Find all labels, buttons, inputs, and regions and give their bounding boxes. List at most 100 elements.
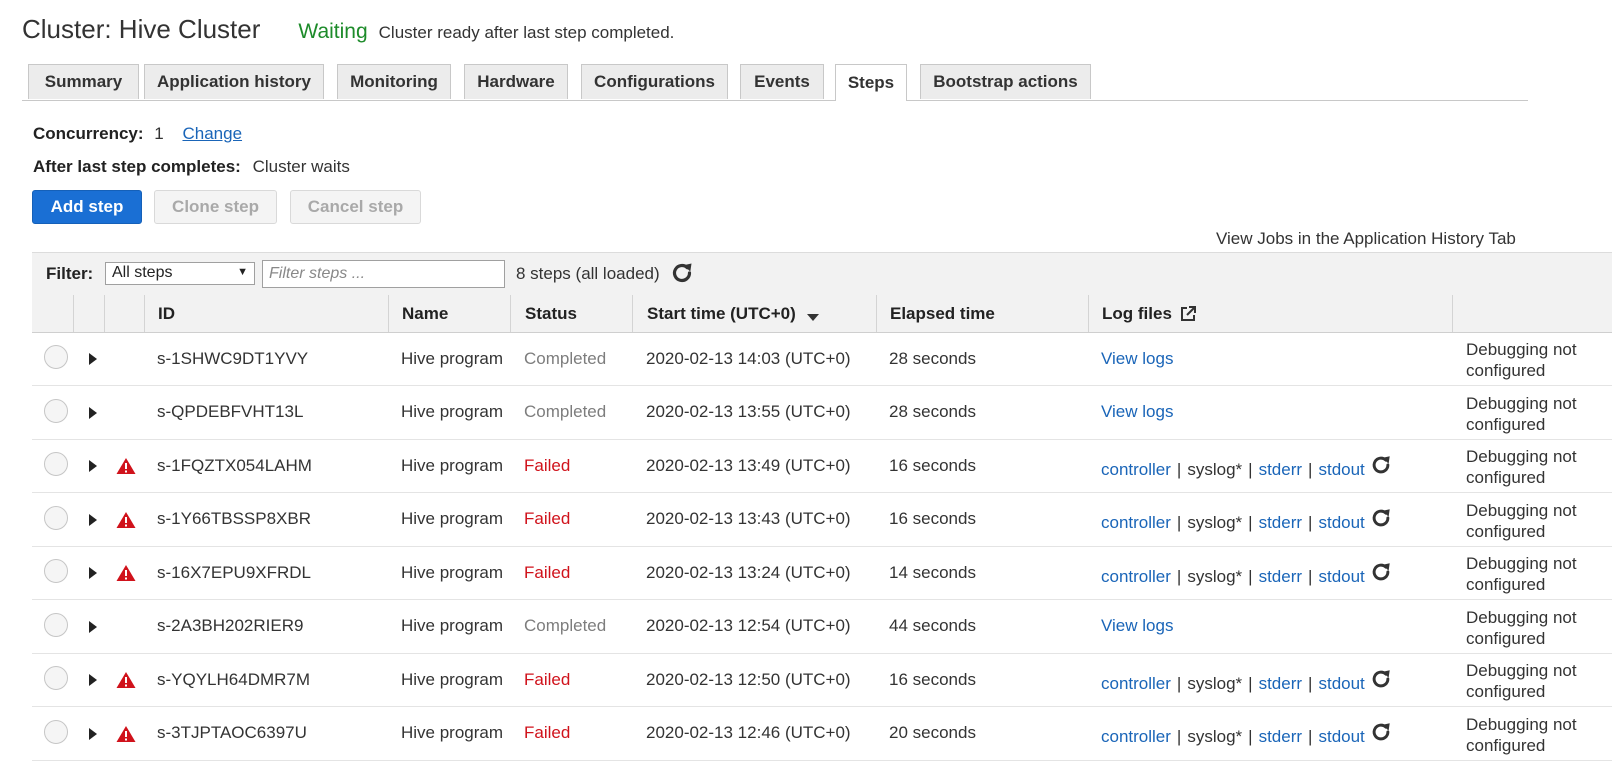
tab-summary[interactable]: Summary (28, 64, 139, 99)
stderr-log-link[interactable]: stderr (1259, 727, 1302, 747)
refresh-icon[interactable] (1370, 668, 1392, 690)
row-select-radio[interactable] (44, 398, 68, 423)
stdout-log-link[interactable]: stdout (1318, 674, 1364, 694)
controller-log-link[interactable]: controller (1101, 727, 1171, 747)
step-id: s-1SHWC9DT1YVY (157, 348, 309, 368)
filter-label: Filter: (46, 264, 94, 283)
column-header-name[interactable]: Name (402, 295, 448, 332)
step-name: Hive program (401, 562, 504, 582)
step-name: Hive program (401, 455, 504, 475)
controller-log-link[interactable]: controller (1101, 674, 1171, 694)
expand-caret-icon[interactable] (88, 620, 98, 634)
step-filter-select[interactable]: All steps ▼ (105, 262, 255, 285)
view-logs-link[interactable]: View logs (1101, 616, 1173, 636)
stdout-log-link[interactable]: stdout (1318, 460, 1364, 480)
table-row[interactable]: s-QPDEBFVHT13L Hive program Completed 2020-… (32, 386, 1612, 440)
expand-caret-icon[interactable] (88, 727, 98, 741)
step-status: Completed (524, 402, 607, 421)
table-row[interactable]: s-1Y66TBSSP8XBR Hive program Failed 2020-02… (32, 493, 1612, 547)
filter-steps-input[interactable] (262, 260, 505, 288)
syslog-log-label: syslog* (1187, 566, 1243, 586)
refresh-icon[interactable] (1370, 454, 1392, 476)
row-select-radio[interactable] (44, 612, 68, 637)
after-last-step-row: After last step completes: Cluster waits (33, 157, 350, 177)
controller-log-link[interactable]: controller (1101, 460, 1171, 480)
refresh-icon[interactable] (670, 261, 694, 285)
table-row[interactable]: s-YQYLH64DMR7M Hive program Failed 2020-02-… (32, 653, 1612, 707)
filter-bar: Filter: All steps ▼ 8 steps (all loaded) (32, 252, 1612, 296)
tab-application-history[interactable]: Application history (144, 64, 324, 99)
row-select-radio[interactable] (44, 452, 68, 476)
tab-events[interactable]: Events (740, 64, 824, 99)
step-log-links: View logs (1101, 332, 1173, 385)
stderr-log-link[interactable]: stderr (1259, 674, 1302, 694)
column-header-elapsed-time[interactable]: Elapsed time (890, 295, 995, 332)
row-select-radio[interactable] (44, 345, 68, 369)
after-last-step-value: Cluster waits (252, 157, 350, 176)
expand-caret-icon[interactable] (88, 673, 98, 687)
step-status: Completed (524, 616, 607, 635)
stdout-log-link[interactable]: stdout (1318, 567, 1364, 587)
stdout-log-link[interactable]: stdout (1318, 727, 1364, 747)
column-header-status[interactable]: Status (525, 295, 577, 332)
step-name: Hive program (401, 348, 504, 368)
log-files-header-label: Log files (1102, 303, 1172, 323)
log-separator: | (1176, 513, 1182, 532)
step-id: s-1Y66TBSSP8XBR (157, 509, 312, 528)
expand-caret-icon[interactable] (88, 406, 98, 420)
cancel-step-button[interactable]: Cancel step (290, 190, 421, 224)
debugging-status-line: configured (1466, 361, 1546, 380)
column-header-log-files[interactable]: Log files (1102, 295, 1197, 332)
step-id: s-QPDEBFVHT13L (157, 402, 304, 421)
view-logs-link[interactable]: View logs (1101, 349, 1173, 369)
row-select-radio[interactable] (44, 719, 68, 744)
step-elapsed-time: 28 seconds (889, 348, 976, 368)
stdout-log-link[interactable]: stdout (1318, 513, 1364, 533)
external-link-icon[interactable] (1179, 305, 1197, 323)
row-select-radio[interactable] (44, 559, 68, 583)
stderr-log-link[interactable]: stderr (1259, 460, 1302, 480)
concurrency-label: Concurrency: (33, 124, 144, 143)
refresh-icon[interactable] (1370, 507, 1392, 529)
table-row[interactable]: s-1SHWC9DT1YVY Hive program Completed 2020-… (32, 332, 1612, 386)
stderr-log-link[interactable]: stderr (1259, 513, 1302, 533)
expand-caret-icon[interactable] (88, 566, 98, 580)
view-logs-link[interactable]: View logs (1101, 402, 1173, 422)
refresh-icon[interactable] (1370, 721, 1392, 743)
log-separator: | (1176, 566, 1182, 586)
step-id: s-2A3BH202RIER9 (157, 616, 304, 635)
log-separator: | (1308, 566, 1313, 586)
controller-log-link[interactable]: controller (1101, 513, 1171, 533)
table-row[interactable]: s-3TJPTAOC6397U Hive program Failed 2020-02… (32, 707, 1612, 761)
tab-bootstrap-actions[interactable]: Bootstrap actions (920, 64, 1091, 99)
tab-configurations[interactable]: Configurations (581, 64, 728, 99)
table-row[interactable]: s-16X7EPU9XFRDL Hive program Failed 2020-02… (32, 546, 1612, 600)
step-elapsed-time: 16 seconds (889, 669, 976, 689)
column-header-start-time[interactable]: Start time (UTC+0) (647, 295, 820, 332)
step-id: s-3TJPTAOC6397U (157, 723, 307, 742)
stderr-log-link[interactable]: stderr (1259, 567, 1302, 587)
change-concurrency-link[interactable]: Change (182, 124, 242, 143)
clone-step-button[interactable]: Clone step (154, 190, 277, 224)
cluster-header: Cluster: Hive Cluster Waiting Cluster re… (22, 14, 674, 48)
tab-monitoring[interactable]: Monitoring (337, 64, 451, 99)
controller-log-link[interactable]: controller (1101, 567, 1171, 587)
column-header-id[interactable]: ID (158, 295, 175, 332)
refresh-icon[interactable] (1370, 561, 1392, 583)
table-row[interactable]: s-1FQZTX054LAHM Hive program Failed 2020-02… (32, 439, 1612, 493)
debugging-status: Debugging not configured (1466, 393, 1577, 435)
add-step-button[interactable]: Add step (32, 190, 142, 224)
row-select-radio[interactable] (44, 666, 68, 690)
row-select-radio[interactable] (44, 505, 68, 530)
step-start-time: 2020-02-13 13:43 (UTC+0) (646, 509, 851, 528)
expand-caret-icon[interactable] (88, 513, 98, 527)
step-elapsed-time: 28 seconds (889, 402, 976, 421)
expand-caret-icon[interactable] (88, 352, 98, 366)
tab-hardware[interactable]: Hardware (464, 64, 568, 99)
expand-caret-icon[interactable] (88, 459, 98, 473)
debugging-status-line: configured (1466, 414, 1546, 434)
step-status: Failed (524, 455, 571, 475)
tab-steps[interactable]: Steps (835, 64, 907, 101)
table-row[interactable]: s-2A3BH202RIER9 Hive program Completed 2020… (32, 600, 1612, 654)
warning-triangle-icon (116, 565, 136, 581)
